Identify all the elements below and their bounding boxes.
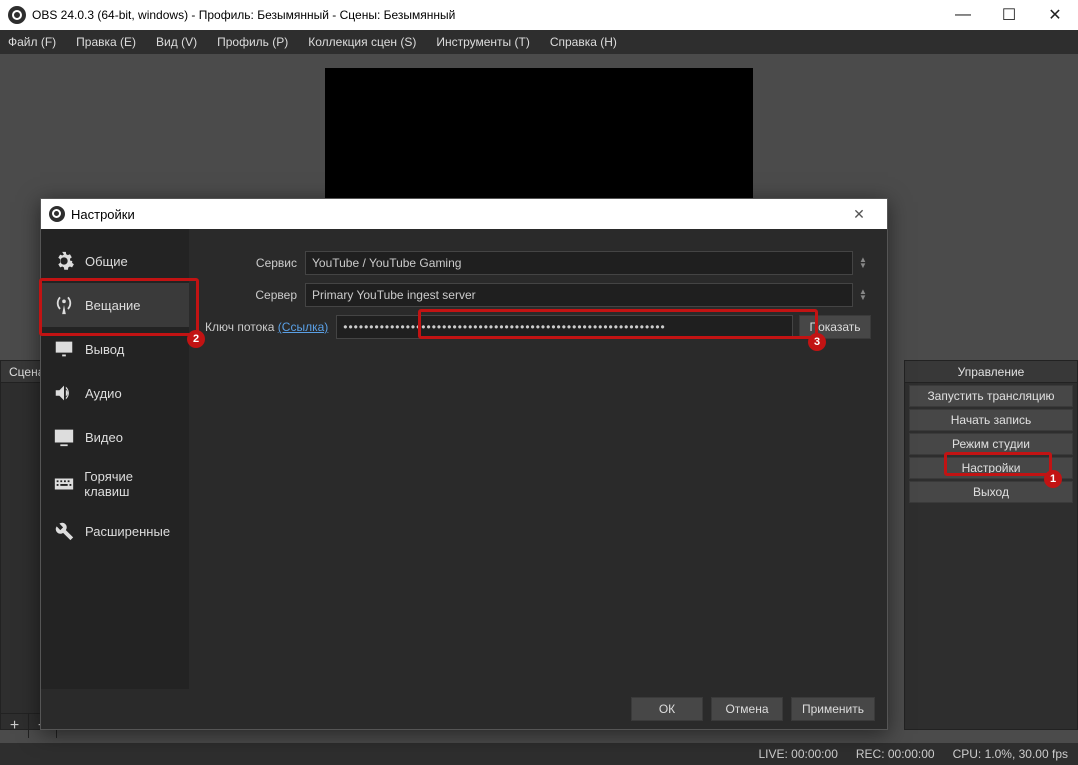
monitor-icon [51,425,77,449]
sidebar-item-general[interactable]: Общие [41,239,189,283]
menu-edit[interactable]: Правка (E) [72,33,140,51]
settings-dialog: Настройки ✕ Общие Вещание Вывод [40,198,888,730]
menu-help[interactable]: Справка (H) [546,33,621,51]
dialog-titlebar: Настройки ✕ [41,199,887,229]
sidebar-item-label: Видео [85,430,123,445]
start-stream-button[interactable]: Запустить трансляцию [909,385,1073,407]
spinner-icon[interactable]: ▲▼ [855,289,871,301]
spinner-icon[interactable]: ▲▼ [855,257,871,269]
main-menu-bar: Файл (F) Правка (E) Вид (V) Профиль (P) … [0,30,1078,54]
settings-content: Сервис YouTube / YouTube Gaming ▲▼ Серве… [189,229,887,689]
stream-key-link[interactable]: (Ссылка) [278,320,328,334]
server-label: Сервер [205,288,305,302]
start-record-button[interactable]: Начать запись [909,409,1073,431]
highlight-badge-3: 3 [808,333,826,351]
settings-sidebar: Общие Вещание Вывод Аудио [41,229,189,689]
dialog-footer: ОК Отмена Применить [41,689,887,729]
apply-button[interactable]: Применить [791,697,875,721]
sidebar-item-video[interactable]: Видео [41,415,189,459]
controls-panel: Управление Запустить трансляцию Начать з… [904,360,1078,730]
sidebar-item-label: Горячие клавиш [84,469,179,499]
studio-mode-button[interactable]: Режим студии [909,433,1073,455]
scene-add-button[interactable]: + [1,714,29,738]
stream-key-input[interactable]: ••••••••••••••••••••••••••••••••••••••••… [336,315,793,339]
sidebar-item-label: Аудио [85,386,122,401]
sidebar-item-audio[interactable]: Аудио [41,371,189,415]
ok-button[interactable]: ОК [631,697,703,721]
sidebar-item-label: Расширенные [85,524,170,539]
window-title: OBS 24.0.3 (64-bit, windows) - Профиль: … [32,8,455,22]
sidebar-item-label: Общие [85,254,128,269]
status-bar: LIVE: 00:00:00 REC: 00:00:00 CPU: 1.0%, … [0,743,1078,765]
menu-profile[interactable]: Профиль (P) [213,33,292,51]
sidebar-item-output[interactable]: Вывод [41,327,189,371]
menu-file[interactable]: Файл (F) [4,33,60,51]
highlight-badge-1: 1 [1044,470,1062,488]
antenna-icon [51,293,77,317]
stream-key-label: Ключ потока (Ссылка) [205,320,336,334]
sidebar-item-stream[interactable]: Вещание [41,283,189,327]
menu-scene-collection[interactable]: Коллекция сцен (S) [304,33,420,51]
dialog-title: Настройки [71,207,135,222]
dialog-close-button[interactable]: ✕ [839,206,879,223]
speaker-icon [51,381,77,405]
service-label: Сервис [205,256,305,270]
status-live: LIVE: 00:00:00 [758,747,837,761]
obs-app-icon [8,6,26,24]
cancel-button[interactable]: Отмена [711,697,783,721]
window-titlebar: OBS 24.0.3 (64-bit, windows) - Профиль: … [0,0,1078,30]
sidebar-item-advanced[interactable]: Расширенные [41,509,189,553]
monitor-arrow-icon [51,337,77,361]
sidebar-item-label: Вывод [85,342,124,357]
menu-tools[interactable]: Инструменты (T) [432,33,533,51]
service-value: YouTube / YouTube Gaming [312,256,461,270]
server-select[interactable]: Primary YouTube ingest server [305,283,853,307]
window-minimize-button[interactable]: — [940,0,986,30]
window-close-button[interactable]: ✕ [1032,0,1078,30]
status-rec: REC: 00:00:00 [856,747,935,761]
tools-icon [51,519,77,543]
sidebar-item-label: Вещание [85,298,141,313]
server-value: Primary YouTube ingest server [312,288,476,302]
gear-icon [51,249,77,273]
keyboard-icon [51,472,76,496]
service-select[interactable]: YouTube / YouTube Gaming [305,251,853,275]
obs-app-icon [49,206,65,222]
status-cpu: CPU: 1.0%, 30.00 fps [953,747,1068,761]
highlight-badge-2: 2 [187,330,205,348]
window-maximize-button[interactable]: ☐ [986,0,1032,30]
menu-view[interactable]: Вид (V) [152,33,201,51]
controls-header: Управление [905,361,1077,383]
sidebar-item-hotkeys[interactable]: Горячие клавиш [41,459,189,509]
